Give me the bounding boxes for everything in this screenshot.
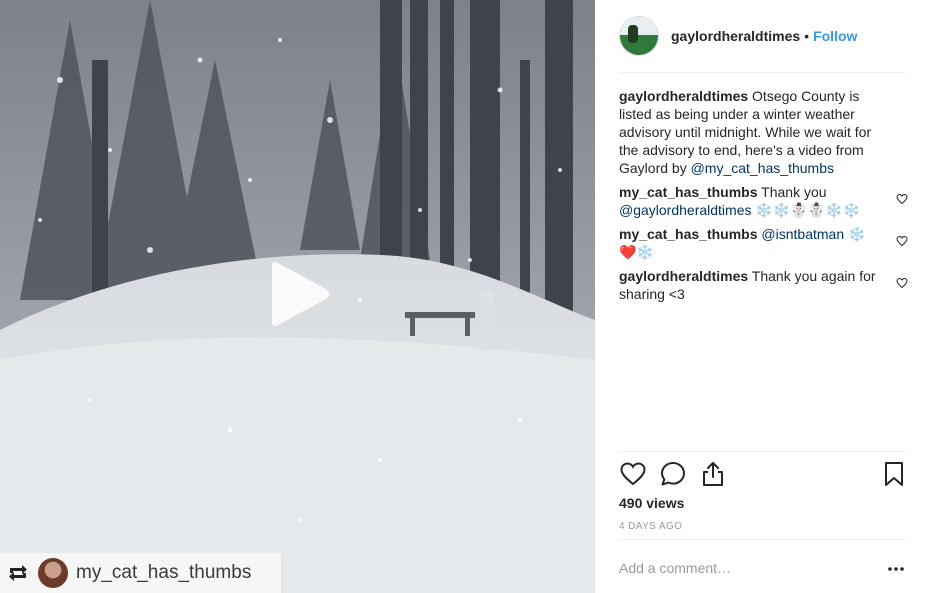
post-header: gaylordheraldtimes • Follow — [619, 16, 906, 56]
views-count[interactable]: 490 views — [619, 495, 684, 511]
comment-emoji: ❤️❄️ — [619, 244, 654, 260]
action-bar — [619, 460, 906, 488]
comment-like-icon[interactable] — [896, 235, 908, 247]
comment-username[interactable]: gaylordheraldtimes — [619, 268, 748, 284]
comment-item: my_cat_has_thumbs Thank you @gaylordhera… — [619, 183, 908, 219]
post-caption: gaylordheraldtimes Otsego County is list… — [619, 87, 885, 177]
comments-list: gaylordheraldtimes Otsego County is list… — [619, 87, 908, 309]
repost-username: my_cat_has_thumbs — [76, 562, 252, 583]
share-icon[interactable] — [699, 460, 727, 488]
header-divider — [619, 72, 906, 73]
comment-emoji: ❄️ — [848, 226, 866, 242]
post-timestamp[interactable]: 4 DAYS AGO — [619, 521, 682, 532]
repost-badge[interactable]: my_cat_has_thumbs — [0, 553, 281, 593]
author-username[interactable]: gaylordheraldtimes — [671, 28, 800, 44]
instagram-post-page: my_cat_has_thumbs gaylordheraldtimes • F… — [0, 0, 930, 593]
comment-item: gaylordheraldtimes Thank you again for s… — [619, 267, 908, 303]
actions-divider — [619, 451, 906, 452]
repost-icon — [9, 565, 27, 581]
add-comment-input[interactable]: Add a comment… — [619, 560, 869, 576]
more-options-icon[interactable] — [887, 560, 905, 578]
play-icon[interactable] — [264, 258, 334, 330]
caption-username[interactable]: gaylordheraldtimes — [619, 88, 748, 104]
post-video[interactable]: my_cat_has_thumbs — [0, 0, 595, 593]
comment-mention[interactable]: @isntbatman — [761, 226, 844, 242]
repost-avatar — [38, 558, 68, 588]
follow-button[interactable]: Follow — [813, 28, 857, 44]
bookmark-icon[interactable] — [880, 460, 908, 488]
comment-like-icon[interactable] — [896, 193, 908, 205]
comment-icon[interactable] — [659, 460, 687, 488]
post-side-panel: gaylordheraldtimes • Follow gaylordheral… — [595, 0, 930, 593]
comment-text: Thank you — [761, 184, 827, 200]
comment-item: my_cat_has_thumbs @isntbatman ❄️ ❤️❄️ — [619, 225, 908, 261]
comment-like-icon[interactable] — [896, 277, 908, 289]
heart-icon[interactable] — [619, 460, 647, 488]
header-separator: • — [804, 28, 810, 44]
author-avatar[interactable] — [619, 16, 659, 56]
comment-username[interactable]: my_cat_has_thumbs — [619, 184, 758, 200]
comment-username[interactable]: my_cat_has_thumbs — [619, 226, 758, 242]
comment-mention[interactable]: @gaylordheraldtimes — [619, 202, 752, 218]
comment-emoji: ❄️❄️☃️☃️❄️❄️ — [755, 202, 860, 218]
caption-mention[interactable]: @my_cat_has_thumbs — [691, 160, 834, 176]
comment-divider — [619, 539, 906, 540]
